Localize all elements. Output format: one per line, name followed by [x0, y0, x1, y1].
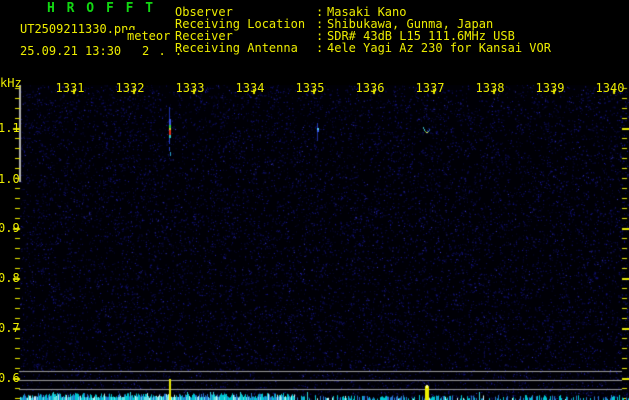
info-separator: : [316, 41, 324, 55]
hrofft-screen: H R O F F T UT2509211330.png meteor 25.0… [0, 0, 629, 400]
app-title: H R O F F T [47, 1, 156, 16]
freq-tick-label: 0.6 [0, 371, 20, 385]
time-tick-label: 1333 [175, 81, 205, 95]
capture-filename: UT2509211330.png [20, 22, 136, 36]
capture-datetime: 25.09.21 13:30 [20, 44, 122, 58]
time-tick-label: 1336 [355, 81, 385, 95]
time-tick-label: 1340 [595, 81, 625, 95]
spectrogram-canvas [0, 0, 629, 400]
time-tick-label: 1332 [115, 81, 145, 95]
info-row-antenna: Receiving Antenna : 4ele Yagi Az 230 for… [175, 42, 629, 54]
freq-axis-labels: 1.1 1.0 0.9 0.8 0.7 0.6 [0, 0, 20, 400]
info-label: Receiving Antenna [175, 41, 298, 55]
time-tick-label: 1334 [235, 81, 265, 95]
freq-tick-label: 0.8 [0, 271, 20, 285]
freq-tick-label: 0.7 [0, 321, 20, 335]
info-value: 4ele Yagi Az 230 for Kansai VOR [327, 41, 551, 55]
time-tick-label: 1335 [295, 81, 325, 95]
time-tick-label: 1339 [535, 81, 565, 95]
time-tick-label: 1331 [55, 81, 85, 95]
freq-tick-label: 1.0 [0, 172, 20, 186]
freq-tick-label: 0.9 [0, 221, 20, 235]
time-tick-label: 1338 [475, 81, 505, 95]
mode-label: meteor [126, 29, 172, 43]
freq-tick-label: 1.1 [0, 121, 20, 135]
time-axis-labels: 1331 1332 1333 1334 1335 1336 1337 1338 1339 1340 [0, 82, 629, 95]
time-tick-label: 1337 [415, 81, 445, 95]
